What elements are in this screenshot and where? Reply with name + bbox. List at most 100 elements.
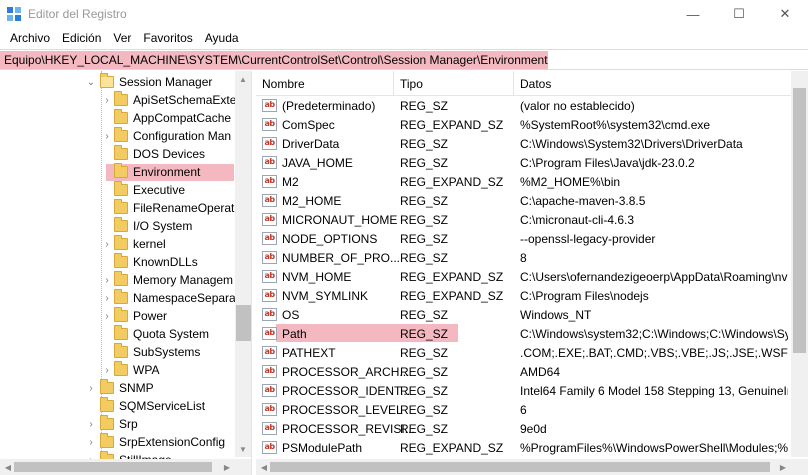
value-type: REG_EXPAND_SZ bbox=[400, 269, 504, 284]
menu-ayuda[interactable]: Ayuda bbox=[199, 31, 245, 45]
string-value-icon-glyph: ab bbox=[264, 385, 275, 394]
values-vertical-scroll-thumb[interactable] bbox=[793, 88, 806, 353]
menu-archivo[interactable]: Archivo bbox=[4, 31, 56, 45]
value-type: REG_SZ bbox=[400, 231, 449, 246]
values-horizontal-scroll-thumb[interactable] bbox=[270, 462, 770, 472]
address-path[interactable]: Equipo\HKEY_LOCAL_MACHINE\SYSTEM\Current… bbox=[4, 53, 548, 67]
table-row[interactable]: ab (Predeterminado) REG_SZ (valor no establ… bbox=[256, 96, 808, 115]
table-row[interactable]: ab ComSpec REG_EXPAND_SZ %SystemRoot%\syste… bbox=[256, 115, 808, 134]
tree-item[interactable]: Power bbox=[114, 307, 167, 325]
menu-favoritos[interactable]: Favoritos bbox=[137, 31, 198, 45]
table-row[interactable]: ab PROCESSOR_ARCH... REG_SZ AMD64 bbox=[256, 362, 808, 381]
table-row[interactable]: ab PROCESSOR_REVISI... REG_SZ 9e0d bbox=[256, 419, 808, 438]
tree-scroll-down-icon[interactable]: ▼ bbox=[236, 442, 250, 456]
tree-item[interactable]: I/O System bbox=[114, 217, 192, 235]
string-value-icon: ab bbox=[262, 289, 277, 302]
value-data: C:\Users\ofernandezigeoerp\AppData\Roami… bbox=[520, 269, 788, 284]
close-button[interactable]: ✕ bbox=[762, 0, 808, 28]
table-row[interactable]: ab JAVA_HOME REG_SZ C:\Program Files\Java\j… bbox=[256, 153, 808, 172]
chevron-right-icon[interactable]: › bbox=[102, 91, 112, 109]
chevron-right-icon[interactable]: › bbox=[102, 271, 112, 289]
tree-item[interactable]: Memory Managem bbox=[114, 271, 233, 289]
chevron-right-icon[interactable]: › bbox=[102, 289, 112, 307]
table-row[interactable]: ab PROCESSOR_IDENT... REG_SZ Intel64 Family… bbox=[256, 381, 808, 400]
table-row[interactable]: ab MICRONAUT_HOME REG_SZ C:\micronaut-cli-4… bbox=[256, 210, 808, 229]
tree-item[interactable]: Configuration Man bbox=[114, 127, 231, 145]
string-value-icon: ab bbox=[262, 232, 277, 245]
tree-scroll-right-icon[interactable]: ▶ bbox=[220, 460, 234, 474]
table-row[interactable]: ab M2 REG_EXPAND_SZ %M2_HOME%\bin bbox=[256, 172, 808, 191]
tree-horizontal-scroll-thumb[interactable] bbox=[14, 462, 212, 472]
chevron-right-icon[interactable]: › bbox=[102, 235, 112, 253]
address-bar[interactable]: Equipo\HKEY_LOCAL_MACHINE\SYSTEM\Current… bbox=[0, 49, 808, 70]
chevron-right-icon[interactable]: › bbox=[102, 307, 112, 325]
tree-item[interactable]: AppCompatCache bbox=[114, 109, 231, 127]
chevron-right-icon[interactable]: › bbox=[86, 415, 96, 433]
value-data: C:\Program Files\nodejs bbox=[520, 288, 649, 303]
table-row[interactable]: ab NVM_SYMLINK REG_EXPAND_SZ C:\Program Fil… bbox=[256, 286, 808, 305]
tree-item[interactable]: NamespaceSeparat bbox=[114, 289, 239, 307]
folder-icon bbox=[100, 379, 114, 394]
tree-item[interactable]: DOS Devices bbox=[114, 145, 205, 163]
maximize-icon: ☐ bbox=[733, 6, 745, 21]
table-row[interactable]: ab M2_HOME REG_SZ C:\apache-maven-3.8.5 bbox=[256, 191, 808, 210]
string-value-icon-glyph: ab bbox=[264, 347, 275, 356]
tree-item[interactable]: kernel bbox=[114, 235, 166, 253]
column-header-tipo[interactable]: Tipo bbox=[394, 71, 514, 96]
tree-item[interactable]: Quota System bbox=[114, 325, 209, 343]
string-value-icon-glyph: ab bbox=[264, 195, 275, 204]
chevron-right-icon[interactable]: › bbox=[102, 127, 112, 145]
table-row[interactable]: ab NODE_OPTIONS REG_SZ --openssl-legacy-pro… bbox=[256, 229, 808, 248]
tree-item[interactable]: ApiSetSchemaExte bbox=[114, 91, 236, 109]
menu-edicion[interactable]: Edición bbox=[56, 31, 107, 45]
column-header-datos[interactable]: Datos bbox=[514, 71, 791, 96]
value-name: (Predeterminado) bbox=[282, 98, 376, 113]
table-row[interactable]: ab PSModulePath REG_EXPAND_SZ %ProgramFiles… bbox=[256, 438, 808, 457]
tree-vertical-scroll-thumb[interactable] bbox=[236, 305, 251, 341]
string-value-icon-glyph: ab bbox=[264, 119, 275, 128]
tree-vertical-scrollbar[interactable] bbox=[235, 71, 251, 457]
tree-item-label: Environment bbox=[133, 165, 201, 179]
table-row[interactable]: ab PROCESSOR_LEVEL REG_SZ 6 bbox=[256, 400, 808, 419]
tree-item[interactable]: SubSystems bbox=[114, 343, 200, 361]
chevron-right-icon[interactable]: › bbox=[86, 433, 96, 451]
string-value-icon-glyph: ab bbox=[264, 366, 275, 375]
tree-item[interactable]: SrpExtensionConfig bbox=[100, 433, 225, 451]
tree-item[interactable]: WPA bbox=[114, 361, 159, 379]
folder-icon bbox=[114, 127, 128, 142]
tree-item[interactable]: Executive bbox=[114, 181, 185, 199]
chevron-right-icon[interactable]: › bbox=[102, 361, 112, 379]
minimize-button[interactable]: — bbox=[670, 0, 716, 28]
values-scroll-left-icon[interactable]: ◀ bbox=[257, 460, 271, 474]
values-scroll-right-icon[interactable]: ▶ bbox=[776, 460, 790, 474]
tree-item[interactable]: Session Manager bbox=[100, 73, 212, 91]
tree-item[interactable]: KnownDLLs bbox=[114, 253, 198, 271]
table-row[interactable]: ab NVM_HOME REG_EXPAND_SZ C:\Users\ofernand… bbox=[256, 267, 808, 286]
value-data: Intel64 Family 6 Model 158 Stepping 13, … bbox=[520, 383, 788, 398]
folder-icon bbox=[114, 199, 128, 214]
menu-ver[interactable]: Ver bbox=[107, 31, 137, 45]
value-data: 6 bbox=[520, 402, 527, 417]
table-row[interactable]: ab NUMBER_OF_PRO... REG_SZ 8 bbox=[256, 248, 808, 267]
value-data: .COM;.EXE;.BAT;.CMD;.VBS;.VBE;.JS;.JSE;.… bbox=[520, 345, 788, 360]
table-row[interactable]: ab OS REG_SZ Windows_NT bbox=[256, 305, 808, 324]
table-row[interactable]: ab PATHEXT REG_SZ .COM;.EXE;.BAT;.CMD;.VBS;… bbox=[256, 343, 808, 362]
tree-item[interactable]: FileRenameOperati bbox=[114, 199, 237, 217]
table-row[interactable]: ab DriverData REG_SZ C:\Windows\System32\Dr… bbox=[256, 134, 808, 153]
table-row[interactable]: ab Path REG_SZ C:\Windows\system32;C:\Windo… bbox=[256, 324, 808, 343]
column-header-nombre[interactable]: Nombre bbox=[256, 71, 394, 96]
folder-icon bbox=[114, 253, 128, 268]
value-name: PSModulePath bbox=[282, 440, 363, 455]
tree-item[interactable]: SQMServiceList bbox=[100, 397, 205, 415]
tree-item[interactable]: Environment bbox=[114, 163, 200, 181]
chevron-right-icon[interactable]: › bbox=[86, 379, 96, 397]
chevron-down-icon[interactable]: ⌄ bbox=[86, 73, 96, 91]
tree-item[interactable]: Srp bbox=[100, 415, 138, 433]
tree-scroll-up-icon[interactable]: ▲ bbox=[236, 72, 250, 86]
tree-scroll-left-icon[interactable]: ◀ bbox=[1, 460, 15, 474]
tree-item[interactable]: SNMP bbox=[100, 379, 154, 397]
maximize-button[interactable]: ☐ bbox=[716, 0, 762, 28]
string-value-icon: ab bbox=[262, 365, 277, 378]
value-name-cell: ab PROCESSOR_LEVEL bbox=[262, 400, 403, 419]
minimize-icon: — bbox=[686, 6, 700, 22]
